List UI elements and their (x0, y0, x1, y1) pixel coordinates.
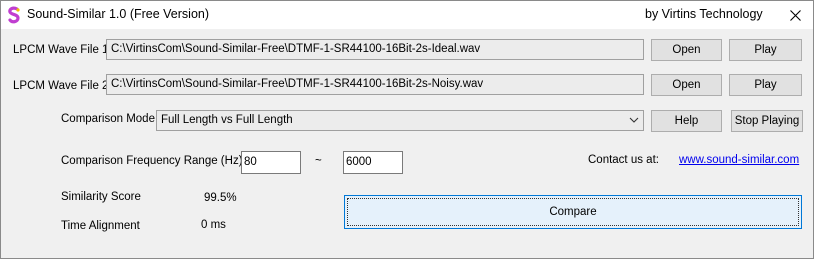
similarity-score-label: Similarity Score (61, 191, 141, 203)
close-icon (789, 9, 801, 21)
time-alignment-value: 0 ms (201, 219, 226, 231)
similarity-score-value: 99.5% (204, 192, 237, 204)
chevron-down-icon (629, 117, 639, 123)
file1-label: LPCM Wave File 1 (13, 44, 109, 56)
range-separator: ~ (315, 155, 322, 167)
comparison-mode-select[interactable]: Full Length vs Full Length (156, 110, 644, 131)
file2-label: LPCM Wave File 2 (13, 80, 109, 92)
comparison-mode-label: Comparison Mode (61, 113, 155, 125)
app-window: Sound-Similar 1.0 (Free Version) by Virt… (0, 0, 814, 259)
play-file1-button[interactable]: Play (729, 39, 802, 61)
stop-playing-button[interactable]: Stop Playing (731, 110, 803, 132)
file1-path-field[interactable]: C:\VirtinsCom\Sound-Similar-Free\DTMF-1-… (106, 39, 644, 60)
company-name: by Virtins Technology (645, 7, 763, 21)
time-alignment-label: Time Alignment (61, 220, 140, 232)
title-bar: Sound-Similar 1.0 (Free Version) by Virt… (1, 1, 813, 29)
open-file1-button[interactable]: Open (651, 39, 722, 61)
help-button[interactable]: Help (651, 110, 722, 132)
compare-button[interactable]: Compare (344, 195, 802, 229)
close-button[interactable] (777, 1, 813, 29)
comparison-mode-value: Full Length vs Full Length (161, 114, 293, 126)
frequency-high-input[interactable]: 6000 (343, 151, 403, 174)
frequency-range-label: Comparison Frequency Range (Hz) (61, 155, 243, 167)
open-file2-button[interactable]: Open (651, 74, 722, 96)
app-logo-icon (8, 6, 20, 24)
frequency-low-input[interactable]: 80 (241, 151, 301, 174)
window-title: Sound-Similar 1.0 (Free Version) (27, 7, 210, 21)
main-panel: LPCM Wave File 1 C:\VirtinsCom\Sound-Sim… (1, 29, 813, 258)
website-link[interactable]: www.sound-similar.com (679, 154, 799, 166)
contact-label: Contact us at: (588, 154, 659, 166)
file2-path-field[interactable]: C:\VirtinsCom\Sound-Similar-Free\DTMF-1-… (106, 74, 644, 95)
play-file2-button[interactable]: Play (729, 74, 802, 96)
